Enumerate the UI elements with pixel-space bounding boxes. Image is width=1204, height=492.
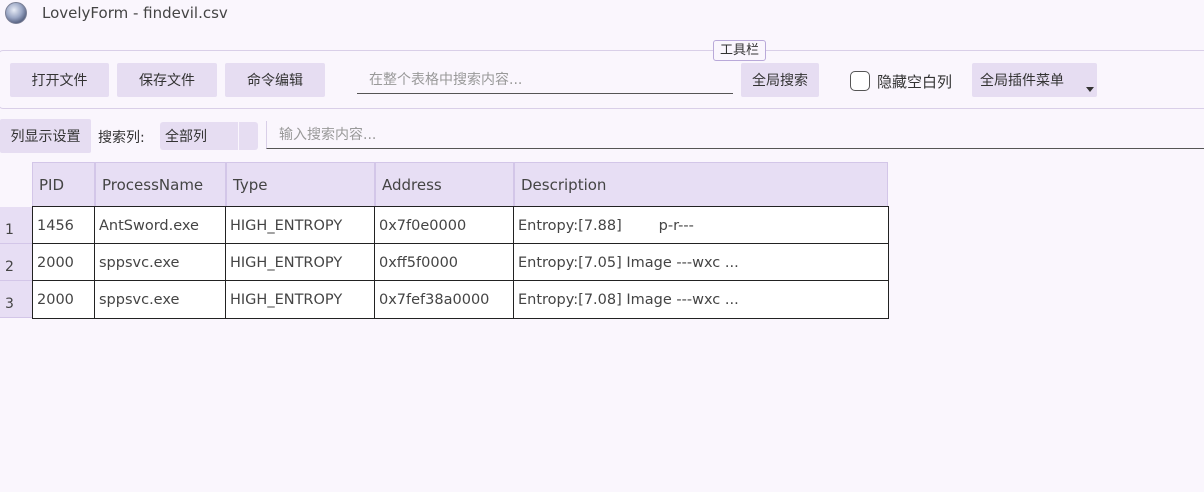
window-title: LovelyForm - findevil.csv xyxy=(42,4,228,22)
data-table: PID ProcessName Type Address Description… xyxy=(0,160,1204,492)
hide-empty-columns-label: 隐藏空白列 xyxy=(877,72,953,91)
table-cell[interactable]: Entropy:[7.08] Image ---wxc ... xyxy=(513,280,889,319)
table-cell[interactable]: sppsvc.exe xyxy=(94,243,226,281)
global-plugin-menu-label: 全局插件菜单 xyxy=(980,73,1064,89)
dropdown-arrow-icon xyxy=(1086,87,1094,92)
hide-empty-columns-checkbox[interactable] xyxy=(850,71,870,91)
toolbar-caption: 工具栏 xyxy=(713,40,767,61)
table-cell[interactable]: HIGH_ENTROPY xyxy=(225,280,375,319)
column-header-description[interactable]: Description xyxy=(514,162,888,207)
table-corner[interactable] xyxy=(0,163,33,206)
title-bar: LovelyForm - findevil.csv xyxy=(0,0,1204,28)
column-header-address[interactable]: Address xyxy=(375,162,514,207)
app-avatar-icon xyxy=(5,2,27,24)
table-cell[interactable]: HIGH_ENTROPY xyxy=(225,206,375,244)
table-cell[interactable]: 2000 xyxy=(32,280,95,319)
global-search-input[interactable] xyxy=(357,66,733,94)
combo-divider xyxy=(238,122,239,150)
save-file-button[interactable]: 保存文件 xyxy=(117,63,217,97)
column-header-processname[interactable]: ProcessName xyxy=(95,162,226,207)
command-edit-button[interactable]: 命令编辑 xyxy=(225,63,325,97)
table-cell[interactable]: Entropy:[7.88] p-r--- xyxy=(513,206,889,244)
row-header-3[interactable]: 3 xyxy=(0,281,32,318)
column-header-type[interactable]: Type xyxy=(226,162,375,207)
column-display-settings-button[interactable]: 列显示设置 xyxy=(0,119,91,153)
table-cell[interactable]: sppsvc.exe xyxy=(94,280,226,319)
open-file-button[interactable]: 打开文件 xyxy=(10,63,109,97)
column-header-pid[interactable]: PID xyxy=(32,162,95,207)
row-header-1[interactable]: 1 xyxy=(0,207,32,244)
table-cell[interactable]: HIGH_ENTROPY xyxy=(225,243,375,281)
column-search-input[interactable] xyxy=(266,121,1204,149)
search-column-label: 搜索列: xyxy=(98,130,145,146)
row-header-2[interactable]: 2 xyxy=(0,244,32,281)
table-cell[interactable]: 0x7fef38a0000 xyxy=(374,280,514,319)
global-search-button[interactable]: 全局搜索 xyxy=(741,63,819,97)
table-cell[interactable]: 0x7f0e0000 xyxy=(374,206,514,244)
table-cell[interactable]: 0xff5f0000 xyxy=(374,243,514,281)
search-column-value: 全部列 xyxy=(165,129,207,145)
table-cell[interactable]: 1456 xyxy=(32,206,95,244)
search-column-select[interactable]: 全部列 xyxy=(160,122,258,150)
global-plugin-menu-button[interactable]: 全局插件菜单 xyxy=(972,63,1097,97)
table-cell[interactable]: Entropy:[7.05] Image ---wxc ... xyxy=(513,243,889,281)
hide-empty-columns-toggle[interactable]: 隐藏空白列 xyxy=(850,69,952,93)
table-cell[interactable]: 2000 xyxy=(32,243,95,281)
table-cell[interactable]: AntSword.exe xyxy=(94,206,226,244)
